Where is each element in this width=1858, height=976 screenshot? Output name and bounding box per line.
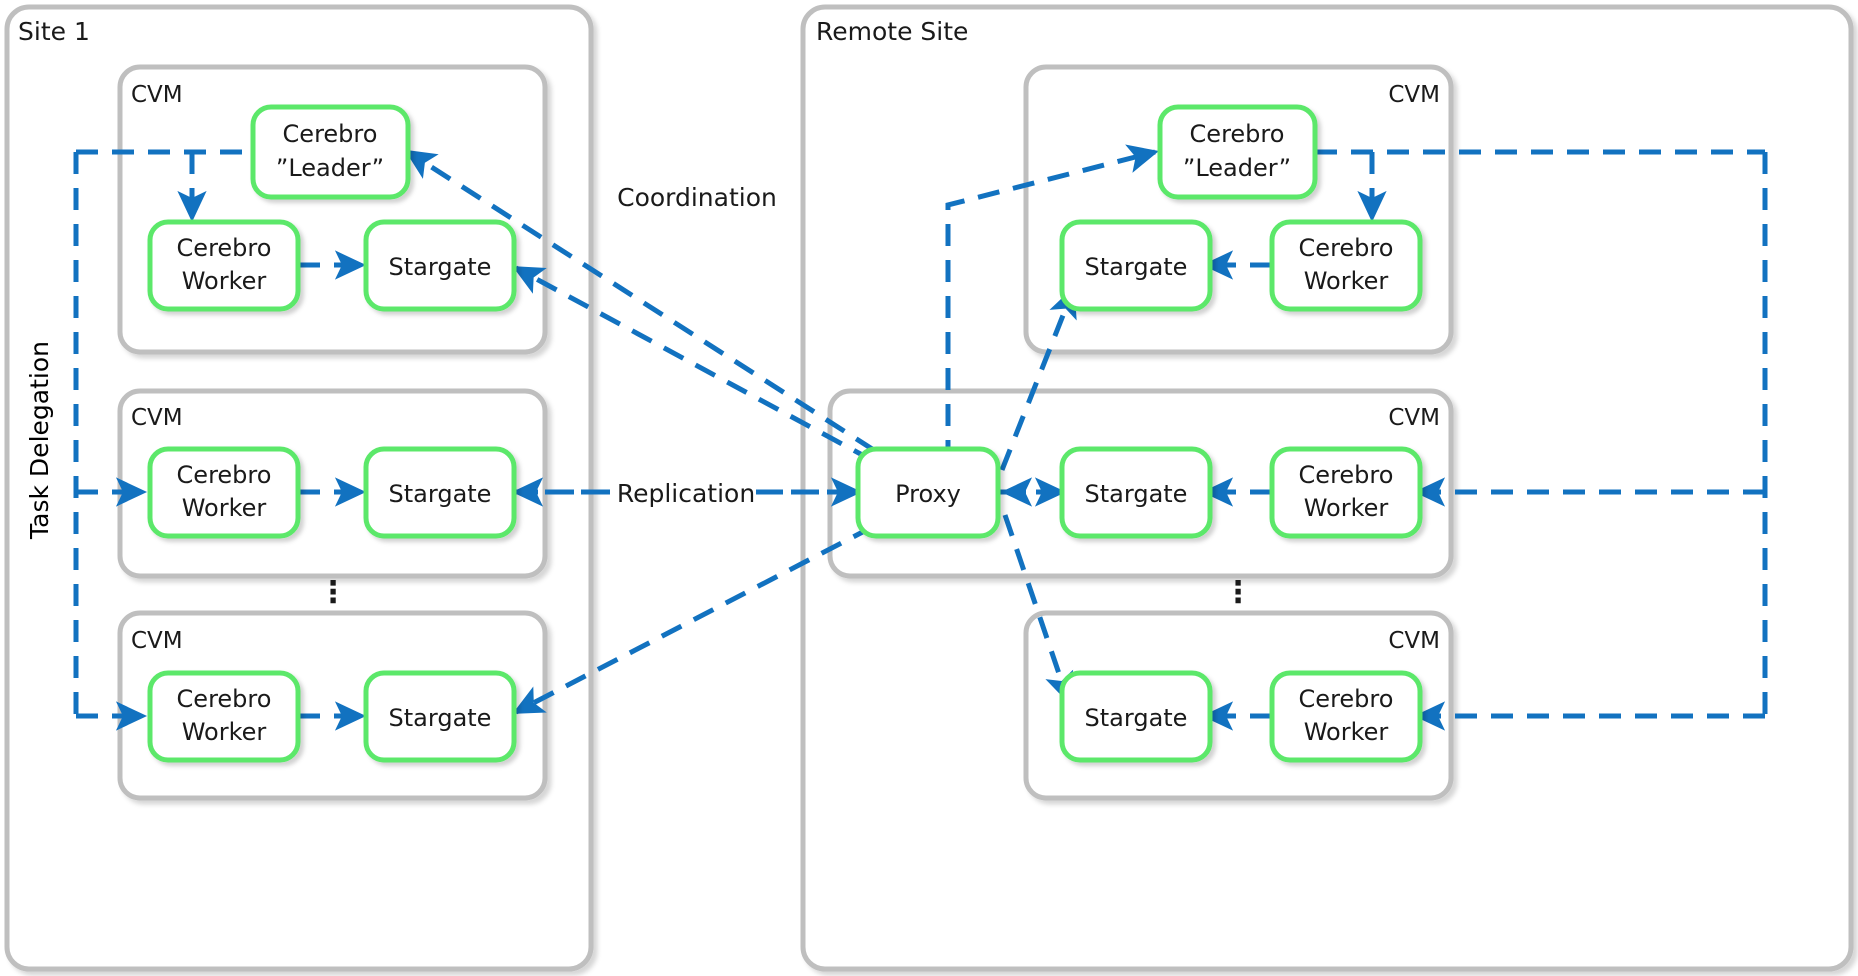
- node-l2-stargate[interactable]: Stargate: [363, 446, 517, 539]
- node-l1-worker-line2: Worker: [182, 267, 267, 295]
- node-l1-stargate-line1: Stargate: [389, 253, 492, 281]
- right-cvm-3-label: CVM: [1388, 628, 1440, 654]
- node-l1-worker[interactable]: Cerebro Worker: [147, 219, 301, 312]
- node-r2-proxy-line1: Proxy: [895, 480, 961, 508]
- node-l2-worker-line1: Cerebro: [177, 461, 272, 489]
- node-l1-worker-line1: Cerebro: [177, 234, 272, 262]
- node-l3-stargate[interactable]: Stargate: [363, 670, 517, 763]
- node-r1-worker-line1: Cerebro: [1299, 234, 1394, 262]
- site-1-label: Site 1: [18, 17, 90, 46]
- node-r3-worker-line1: Cerebro: [1299, 685, 1394, 713]
- left-cvm-ellipsis: ⋮: [318, 575, 348, 610]
- node-r1-stargate-line1: Stargate: [1085, 253, 1188, 281]
- node-r1-worker-line2: Worker: [1304, 267, 1389, 295]
- right-cvm-2-label: CVM: [1388, 405, 1440, 431]
- node-l1-stargate[interactable]: Stargate: [363, 219, 517, 312]
- node-r3-worker[interactable]: Cerebro Worker: [1269, 670, 1423, 763]
- right-cvm-ellipsis: ⋮: [1223, 575, 1253, 610]
- task-delegation-label: Task Delegation: [25, 341, 54, 540]
- left-cvm-2-label: CVM: [131, 405, 183, 431]
- diagram-canvas: Site 1 Remote Site CVM CVM CVM ⋮ CVM CVM…: [0, 0, 1858, 976]
- node-r1-worker[interactable]: Cerebro Worker: [1269, 219, 1423, 312]
- right-cvm-1-label: CVM: [1388, 82, 1440, 108]
- node-r3-stargate-line1: Stargate: [1085, 704, 1188, 732]
- node-r2-stargate[interactable]: Stargate: [1059, 446, 1213, 539]
- replication-label: Replication: [617, 479, 755, 508]
- node-r2-worker-line1: Cerebro: [1299, 461, 1394, 489]
- node-r1-leader-line1: Cerebro: [1190, 120, 1285, 148]
- node-l2-worker-line2: Worker: [182, 494, 267, 522]
- node-r2-stargate-line1: Stargate: [1085, 480, 1188, 508]
- node-r1-leader-line2: ”Leader”: [1183, 154, 1291, 182]
- architecture-diagram: Site 1 Remote Site CVM CVM CVM ⋮ CVM CVM…: [4, 4, 1854, 972]
- node-r1-leader[interactable]: Cerebro ”Leader”: [1157, 104, 1318, 200]
- node-l2-stargate-line1: Stargate: [389, 480, 492, 508]
- node-l1-leader[interactable]: Cerebro ”Leader”: [250, 104, 411, 200]
- remote-site-label: Remote Site: [816, 17, 968, 46]
- node-l3-worker[interactable]: Cerebro Worker: [147, 670, 301, 763]
- node-l1-leader-line2: ”Leader”: [276, 154, 384, 182]
- node-l1-leader-line1: Cerebro: [283, 120, 378, 148]
- node-l3-stargate-line1: Stargate: [389, 704, 492, 732]
- node-r1-stargate[interactable]: Stargate: [1059, 219, 1213, 312]
- coordination-label: Coordination: [617, 183, 777, 212]
- node-l2-worker[interactable]: Cerebro Worker: [147, 446, 301, 539]
- node-r3-worker-line2: Worker: [1304, 718, 1389, 746]
- node-l3-worker-line2: Worker: [182, 718, 267, 746]
- node-r2-worker[interactable]: Cerebro Worker: [1269, 446, 1423, 539]
- left-cvm-3-label: CVM: [131, 628, 183, 654]
- node-r3-stargate[interactable]: Stargate: [1059, 670, 1213, 763]
- node-r2-proxy[interactable]: Proxy: [855, 446, 1001, 539]
- node-r2-worker-line2: Worker: [1304, 494, 1389, 522]
- node-l3-worker-line1: Cerebro: [177, 685, 272, 713]
- left-cvm-1-label: CVM: [131, 82, 183, 108]
